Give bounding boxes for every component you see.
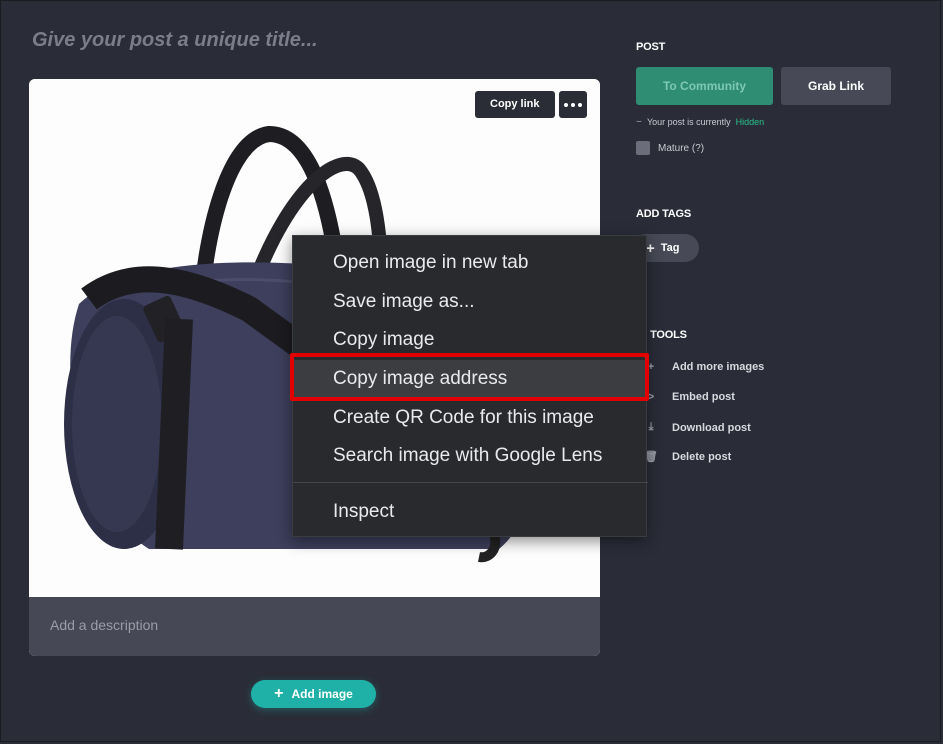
description-input[interactable] — [48, 616, 572, 634]
dot-icon — [578, 102, 582, 107]
status-text: Your post is currently — [646, 116, 731, 127]
menu-item-inspect[interactable]: Inspect — [293, 493, 648, 531]
add-image-button[interactable]: + Add image — [251, 680, 376, 708]
eye-closed-icon: ⌣ — [636, 116, 642, 126]
mature-toggle[interactable]: Mature (?) — [636, 141, 704, 155]
post-status: ⌣ Your post is currently Hidden — [636, 116, 764, 127]
download-post-tool[interactable]: ⤓ Download post — [644, 421, 751, 434]
mature-label: Mature (?) — [658, 142, 705, 154]
add-more-images-tool[interactable]: + Add more images — [644, 361, 765, 373]
description-area — [29, 597, 600, 656]
more-options-button[interactable] — [559, 91, 587, 118]
post-heading: POST — [636, 41, 666, 53]
highlight-annotation-box — [290, 353, 649, 401]
post-title-input[interactable] — [30, 28, 554, 53]
grab-link-button[interactable]: Grab Link — [781, 67, 891, 105]
tag-label: Tag — [660, 242, 680, 254]
dot-icon — [571, 102, 575, 107]
delete-post-tool[interactable]: 🗑 Delete post — [644, 450, 732, 464]
menu-item-open-image-new-tab[interactable]: Open image in new tab — [293, 244, 648, 282]
add-image-label: Add image — [291, 687, 353, 701]
menu-item-search-google-lens[interactable]: Search image with Google Lens — [293, 437, 648, 475]
tool-label: Embed post — [672, 391, 735, 403]
copy-link-button[interactable]: Copy link — [475, 91, 555, 118]
dot-icon — [564, 102, 568, 107]
menu-item-save-image-as[interactable]: Save image as... — [293, 283, 648, 321]
mature-checkbox[interactable] — [636, 141, 650, 155]
menu-separator — [293, 482, 648, 483]
tool-label: Download post — [672, 421, 751, 434]
plus-icon: + — [274, 685, 284, 702]
embed-post-tool[interactable]: > Embed post — [644, 391, 735, 403]
status-hidden-link[interactable]: Hidden — [736, 117, 765, 127]
add-tags-heading: ADD TAGS — [636, 208, 692, 220]
tool-label: Delete post — [672, 450, 732, 463]
to-community-button[interactable]: To Community — [636, 67, 773, 105]
tool-label: Add more images — [672, 361, 765, 373]
menu-item-create-qr-code[interactable]: Create QR Code for this image — [293, 399, 648, 437]
